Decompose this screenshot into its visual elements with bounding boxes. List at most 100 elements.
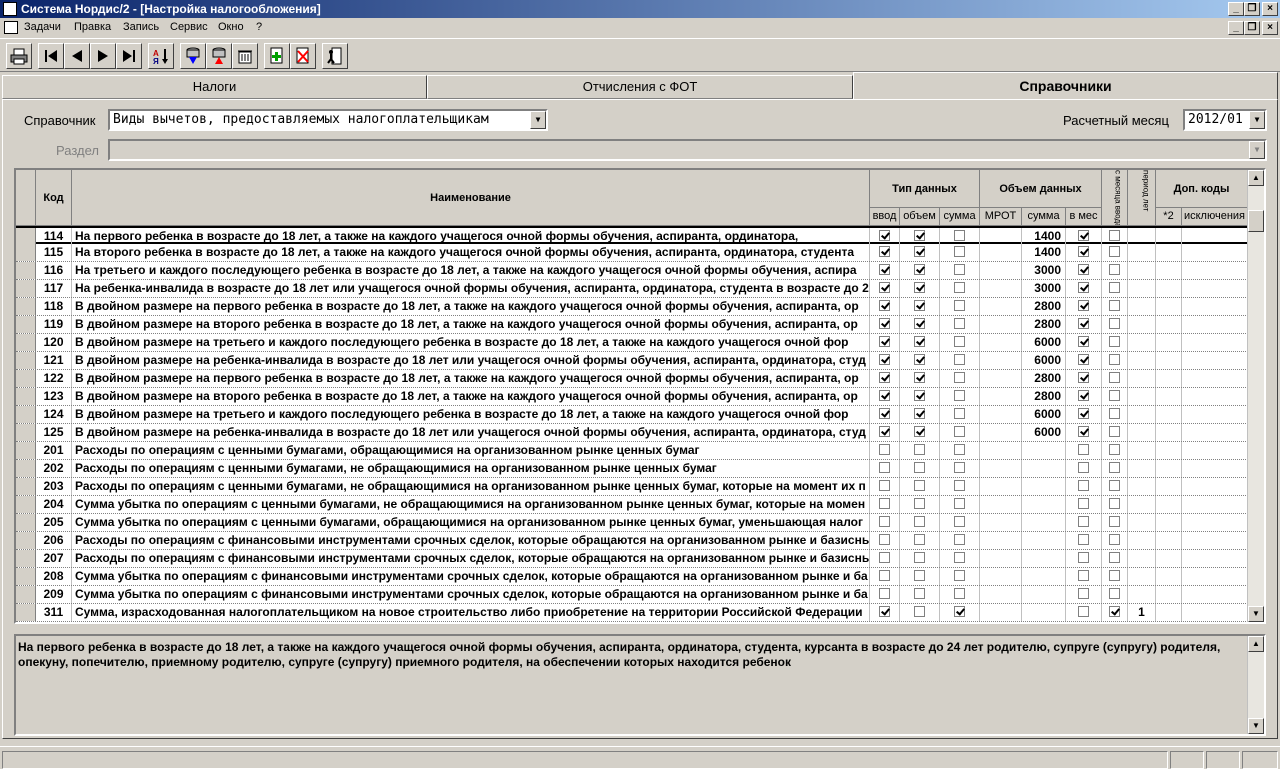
cell-code[interactable]: 117 — [36, 280, 72, 297]
vvod-checkbox[interactable] — [879, 606, 890, 618]
obem-checkbox[interactable] — [914, 282, 925, 294]
scroll-down-icon[interactable]: ▼ — [1248, 718, 1264, 734]
summa-checkbox[interactable] — [954, 444, 965, 456]
table-row[interactable]: 205 Сумма убытка по операциям с ценными б… — [16, 514, 1248, 532]
vvod-checkbox[interactable] — [879, 390, 890, 402]
cell-sum[interactable] — [1022, 550, 1066, 567]
cell-sum[interactable] — [1022, 532, 1066, 549]
vmes-checkbox[interactable] — [1078, 516, 1089, 528]
cell-period[interactable] — [1128, 550, 1156, 567]
cell-name[interactable]: Сумма убытка по операциям с ценными бума… — [72, 496, 870, 513]
cell-x2[interactable] — [1156, 280, 1182, 297]
cell-name[interactable]: Сумма убытка по операциям с финансовыми … — [72, 586, 870, 603]
cell-summa[interactable] — [940, 298, 980, 315]
vvod-checkbox[interactable] — [879, 570, 890, 582]
summa-checkbox[interactable] — [954, 282, 965, 294]
cell-name[interactable]: На второго ребенка в возрасте до 18 лет,… — [72, 244, 870, 261]
summa-checkbox[interactable] — [954, 318, 965, 330]
cell-x2[interactable] — [1156, 532, 1182, 549]
header-name[interactable]: Наименование — [72, 170, 870, 226]
table-row[interactable]: 209 Сумма убытка по операциям с финансовы… — [16, 586, 1248, 604]
sort-button[interactable]: AЯ — [148, 43, 174, 69]
cell-code[interactable]: 121 — [36, 352, 72, 369]
cell-mrot[interactable] — [980, 298, 1022, 315]
cell-x2[interactable] — [1156, 228, 1182, 245]
chevron-down-icon[interactable]: ▼ — [1249, 141, 1265, 159]
cell-vmes[interactable] — [1066, 352, 1102, 369]
vmes-checkbox[interactable] — [1078, 354, 1089, 366]
summa-checkbox[interactable] — [954, 246, 965, 258]
cell-vvod[interactable] — [870, 442, 900, 459]
cell-name[interactable]: Сумма убытка по операциям с финансовыми … — [72, 568, 870, 585]
smes-checkbox[interactable] — [1109, 246, 1120, 258]
vmes-checkbox[interactable] — [1078, 300, 1089, 312]
cell-smes[interactable] — [1102, 568, 1128, 585]
smes-checkbox[interactable] — [1109, 264, 1120, 276]
obem-checkbox[interactable] — [914, 408, 925, 420]
cell-period[interactable] — [1128, 424, 1156, 441]
cell-summa[interactable] — [940, 514, 980, 531]
cell-summa[interactable] — [940, 244, 980, 261]
cell-period[interactable] — [1128, 316, 1156, 333]
cell-smes[interactable] — [1102, 442, 1128, 459]
menu-zadachi[interactable]: Задачи — [24, 21, 61, 33]
cell-code[interactable]: 120 — [36, 334, 72, 351]
cell-vvod[interactable] — [870, 370, 900, 387]
vvod-checkbox[interactable] — [879, 498, 890, 510]
table-row[interactable]: 124 В двойном размере на третьего и каждо… — [16, 406, 1248, 424]
obem-checkbox[interactable] — [914, 354, 925, 366]
table-row[interactable]: 119 В двойном размере на второго ребенка … — [16, 316, 1248, 334]
cell-obem[interactable] — [900, 532, 940, 549]
vmes-checkbox[interactable] — [1078, 498, 1089, 510]
cell-vmes[interactable] — [1066, 280, 1102, 297]
vvod-checkbox[interactable] — [879, 462, 890, 474]
vmes-checkbox[interactable] — [1078, 282, 1089, 294]
cell-name[interactable]: В двойном размере на ребенка-инвалида в … — [72, 352, 870, 369]
cell-iskl[interactable] — [1182, 334, 1248, 351]
exit-button[interactable] — [322, 43, 348, 69]
cell-smes[interactable] — [1102, 460, 1128, 477]
spravochnik-combo[interactable]: Виды вычетов, предоставляемых налогоплат… — [108, 109, 548, 131]
cell-vmes[interactable] — [1066, 262, 1102, 279]
summa-checkbox[interactable] — [954, 408, 965, 420]
vmes-checkbox[interactable] — [1078, 534, 1089, 546]
tab-otchisleniya[interactable]: Отчисления с ФОТ — [427, 75, 853, 99]
cell-x2[interactable] — [1156, 388, 1182, 405]
cell-mrot[interactable] — [980, 370, 1022, 387]
cell-period[interactable] — [1128, 388, 1156, 405]
header-period[interactable]: период лет — [1128, 170, 1156, 226]
summa-checkbox[interactable] — [954, 480, 965, 492]
obem-checkbox[interactable] — [914, 246, 925, 258]
smes-checkbox[interactable] — [1109, 426, 1120, 438]
table-row[interactable]: 114 На первого ребенка в возрасте до 18 л… — [16, 226, 1248, 245]
cell-smes[interactable] — [1102, 280, 1128, 297]
cell-period[interactable] — [1128, 298, 1156, 315]
deductions-table[interactable]: Код Наименование Тип данных ввод объем с… — [14, 168, 1266, 624]
vmes-checkbox[interactable] — [1078, 372, 1089, 384]
cell-period[interactable] — [1128, 496, 1156, 513]
cell-sum[interactable] — [1022, 568, 1066, 585]
cell-mrot[interactable] — [980, 334, 1022, 351]
summa-checkbox[interactable] — [954, 390, 965, 402]
cell-sum[interactable] — [1022, 604, 1066, 621]
table-scrollbar[interactable]: ▲ ▼ — [1247, 170, 1264, 622]
cell-sum[interactable] — [1022, 514, 1066, 531]
cell-obem[interactable] — [900, 262, 940, 279]
mdi-restore-button[interactable]: ❐ — [1244, 21, 1260, 35]
cell-code[interactable]: 204 — [36, 496, 72, 513]
cell-code[interactable]: 124 — [36, 406, 72, 423]
cell-vmes[interactable] — [1066, 406, 1102, 423]
cell-sum[interactable]: 6000 — [1022, 424, 1066, 441]
scroll-thumb[interactable] — [1248, 210, 1264, 232]
obem-checkbox[interactable] — [914, 426, 925, 438]
cell-name[interactable]: В двойном размере на первого ребенка в в… — [72, 370, 870, 387]
cell-code[interactable]: 123 — [36, 388, 72, 405]
vmes-checkbox[interactable] — [1078, 408, 1089, 420]
table-row[interactable]: 125 В двойном размере на ребенка-инвалида… — [16, 424, 1248, 442]
cell-x2[interactable] — [1156, 460, 1182, 477]
razdel-combo[interactable]: ▼ — [108, 139, 1267, 161]
cell-obem[interactable] — [900, 352, 940, 369]
header-isklyucheniya[interactable]: исключения — [1182, 208, 1248, 226]
cell-iskl[interactable] — [1182, 568, 1248, 585]
cell-vvod[interactable] — [870, 280, 900, 297]
